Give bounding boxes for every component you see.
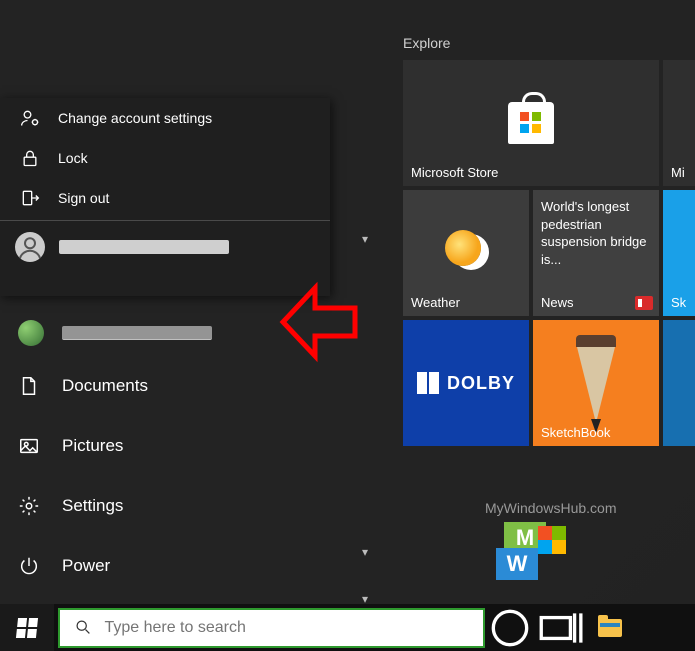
news-badge-icon <box>635 296 653 310</box>
lock-item[interactable]: Lock <box>0 138 330 178</box>
search-icon <box>74 618 92 638</box>
documents-button[interactable]: Documents <box>0 356 260 416</box>
dolby-icon <box>417 372 441 394</box>
account-context-menu: Change account settings Lock Sign out <box>0 98 330 296</box>
chevron-down-icon[interactable]: ▾ <box>362 232 368 246</box>
dolby-text: DOLBY <box>447 373 515 394</box>
user-avatar-icon <box>18 320 44 346</box>
taskbar-search[interactable] <box>58 608 485 648</box>
tile-sketchbook[interactable]: SketchBook <box>533 320 659 446</box>
tile-partial-sky[interactable]: Sk <box>663 190 695 316</box>
tile-dolby[interactable]: DOLBY <box>403 320 529 446</box>
chevron-down-icon[interactable]: ▾ <box>362 545 368 559</box>
settings-label: Settings <box>62 496 123 516</box>
tiles-group-heading[interactable]: Explore <box>403 35 450 51</box>
sign-out-label: Sign out <box>58 190 109 206</box>
lock-icon <box>20 148 40 168</box>
tile-weather[interactable]: Weather <box>403 190 529 316</box>
tile-partial-right[interactable] <box>663 320 695 446</box>
sign-out-item[interactable]: Sign out <box>0 178 330 218</box>
tile-news[interactable]: World's longest pedestrian suspension br… <box>533 190 659 316</box>
file-explorer-button[interactable] <box>585 604 635 651</box>
store-bag-icon <box>508 102 554 144</box>
task-view-button[interactable] <box>535 604 585 651</box>
power-icon <box>18 555 40 577</box>
weather-icon <box>445 230 481 266</box>
tile-microsoft-store[interactable]: Microsoft Store <box>403 60 659 186</box>
watermark-logo: M W <box>504 522 556 582</box>
settings-button[interactable]: Settings <box>0 476 260 536</box>
tile-partial-right[interactable]: Mi <box>663 60 695 186</box>
power-button[interactable]: Power <box>0 536 260 596</box>
start-left-rail: Documents Pictures Settings Power <box>0 310 260 596</box>
tiles-grid: Microsoft Store Mi Weather World's longe… <box>403 60 695 446</box>
windows-logo-icon <box>16 618 38 638</box>
tile-caption: Sk <box>671 295 695 310</box>
documents-label: Documents <box>62 376 148 396</box>
tile-caption: Mi <box>671 165 695 180</box>
user-avatar-icon <box>15 232 45 262</box>
sign-out-icon <box>20 188 40 208</box>
folder-icon <box>598 619 622 637</box>
pictures-button[interactable]: Pictures <box>0 416 260 476</box>
current-user-button[interactable] <box>0 310 260 356</box>
cortana-button[interactable] <box>485 604 535 651</box>
switch-user-item[interactable] <box>0 223 330 271</box>
other-user-name <box>59 240 229 254</box>
pictures-icon <box>18 435 40 457</box>
pictures-label: Pictures <box>62 436 123 456</box>
tile-caption: Microsoft Store <box>411 165 653 180</box>
gear-icon <box>18 495 40 517</box>
tile-caption: Weather <box>411 295 523 310</box>
search-input[interactable] <box>104 619 469 637</box>
document-icon <box>18 375 40 397</box>
lock-label: Lock <box>58 150 88 166</box>
tile-caption: SketchBook <box>541 425 653 440</box>
taskbar <box>0 604 695 651</box>
pencil-icon <box>576 343 616 423</box>
watermark-text: MyWindowsHub.com <box>485 500 616 516</box>
current-user-name <box>62 326 212 340</box>
power-label: Power <box>62 556 110 576</box>
news-headline: World's longest pedestrian suspension br… <box>541 196 651 268</box>
start-button[interactable] <box>0 604 54 651</box>
user-gear-icon <box>20 108 40 128</box>
change-account-settings-label: Change account settings <box>58 110 212 126</box>
change-account-settings-item[interactable]: Change account settings <box>0 98 330 138</box>
